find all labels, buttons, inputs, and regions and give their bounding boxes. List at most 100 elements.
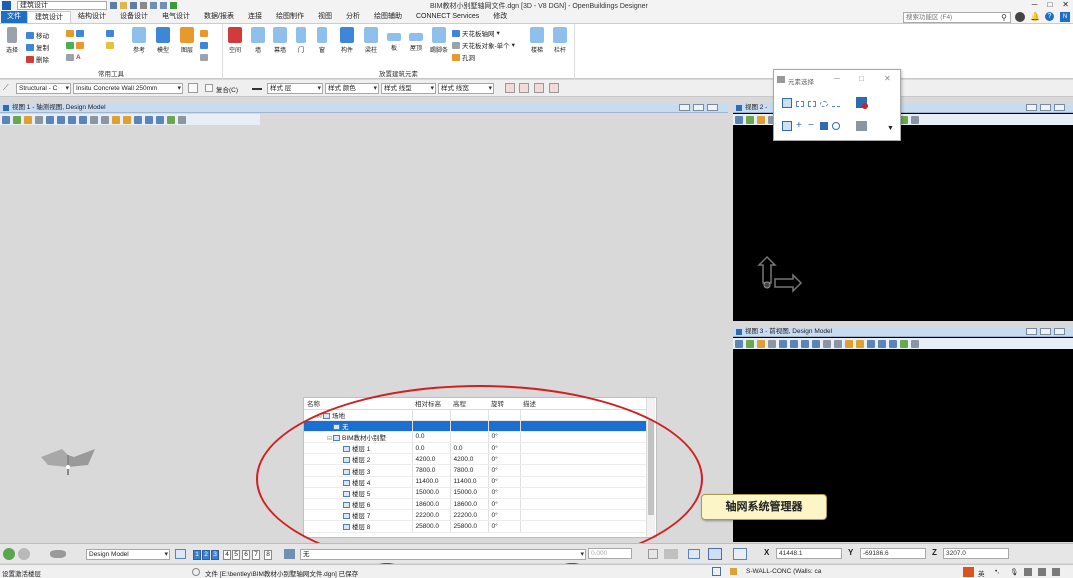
view-number-8[interactable]: 8	[264, 550, 272, 560]
element-selection-dialog[interactable]: 元素选择 ─ □ ✕ + − ▼	[773, 69, 901, 141]
x-coordinate-field[interactable]: 41448.1	[776, 548, 842, 559]
tab-building-design[interactable]: 建筑设计	[27, 11, 71, 23]
block-method-icon[interactable]	[796, 101, 804, 107]
add-mode-icon[interactable]: +	[796, 121, 802, 131]
pin-icon[interactable]	[170, 2, 177, 9]
ceiling-object-dropdown-icon[interactable]: ▾	[512, 41, 515, 49]
open-file-icon[interactable]	[120, 2, 127, 9]
view-2-close-button[interactable]	[1054, 104, 1065, 111]
tab-connect-services[interactable]: CONNECT Services	[409, 11, 486, 23]
snap-mode-icon[interactable]	[664, 549, 678, 559]
tab-electrical-design[interactable]: 电气设计	[155, 11, 197, 23]
render-icon[interactable]	[24, 115, 32, 124]
rotate-view-icon[interactable]	[90, 115, 98, 124]
active-floor-select[interactable]: 无	[300, 549, 586, 560]
tab-drawing-aids[interactable]: 绘图辅助	[367, 11, 409, 23]
subtract-mode-icon[interactable]: −	[808, 121, 814, 131]
clip-mask-icon[interactable]	[145, 115, 153, 124]
clear-selection-icon[interactable]	[862, 103, 868, 109]
dropper-icon[interactable]: ⟋	[3, 83, 13, 93]
standard-views-icon[interactable]	[889, 339, 897, 348]
forward-icon[interactable]	[18, 548, 30, 560]
help-icon[interactable]: ?	[1045, 12, 1054, 21]
render-icon[interactable]	[757, 339, 765, 348]
expand-dialog-icon[interactable]: ▼	[887, 125, 894, 132]
shape-tools-button[interactable]	[66, 42, 84, 49]
maximize-button[interactable]: □	[1047, 0, 1052, 9]
filter-icon[interactable]	[856, 121, 867, 131]
delete-button[interactable]: 删除	[26, 54, 49, 64]
tab-structural-design[interactable]: 结构设计	[71, 11, 113, 23]
level-display-icon[interactable]	[534, 83, 544, 93]
skirting-button[interactable]: 踢脚条	[427, 27, 451, 54]
ribbon-search-input[interactable]: 搜索功能区 (F4) ⚲	[903, 12, 1011, 23]
pan-view-icon[interactable]	[101, 115, 109, 124]
view-3-minimize-button[interactable]	[1026, 328, 1037, 335]
ime-language[interactable]: 英	[978, 568, 985, 578]
tab-connect[interactable]: 连接	[241, 11, 269, 23]
save-icon[interactable]	[130, 2, 137, 9]
linestyle-style-select[interactable]: 样式 线型	[381, 83, 436, 94]
view-number-4[interactable]: 4	[223, 550, 231, 560]
stair-button[interactable]: 楼梯	[526, 27, 548, 54]
railing-button[interactable]: 栏杆	[549, 27, 571, 54]
view-options-icon[interactable]	[911, 115, 919, 124]
level-button[interactable]: 图层	[176, 27, 198, 54]
active-level-status[interactable]: S-WALL-CONC (Walls: ca	[746, 568, 821, 575]
view-previous-icon[interactable]	[112, 115, 120, 124]
door-button[interactable]: 门	[290, 27, 312, 54]
update-view-icon[interactable]	[35, 115, 43, 124]
model-button[interactable]: 模型	[152, 27, 174, 54]
floor-manager-icon[interactable]	[284, 549, 295, 559]
zoom-out-icon[interactable]	[57, 115, 65, 124]
minimize-button[interactable]: ─	[1032, 0, 1038, 9]
z-coordinate-field[interactable]: 3207.0	[943, 548, 1009, 559]
move-button[interactable]: 移动	[26, 30, 49, 40]
ceiling-grid-button[interactable]: 天花板轴网 ▾	[452, 28, 500, 38]
view-number-3[interactable]: 3	[211, 550, 219, 560]
bentley-cloud-icon[interactable]: N	[1060, 12, 1070, 22]
tab-file[interactable]: 文件	[1, 11, 27, 23]
ceiling-object-button[interactable]: 天花板对象-单个 ▾	[452, 40, 515, 50]
update-view-icon[interactable]	[768, 339, 776, 348]
view-1-restore-button[interactable]	[693, 104, 704, 111]
back-icon[interactable]	[3, 548, 15, 560]
dialog-restore-button[interactable]: □	[859, 74, 864, 83]
properties-icon[interactable]	[188, 83, 198, 93]
view-previous-icon[interactable]	[845, 339, 853, 348]
lock-icon[interactable]	[712, 567, 721, 576]
render-icon[interactable]	[757, 115, 765, 124]
catalog-type-select[interactable]: Structural - C	[16, 83, 71, 94]
color-style-select[interactable]: 样式 颜色	[325, 83, 379, 94]
info-button[interactable]	[200, 42, 208, 49]
lineweight-style-select[interactable]: 样式 线宽	[438, 83, 494, 94]
tab-data-reports[interactable]: 数据/报表	[197, 11, 241, 23]
view-attributes-icon[interactable]	[2, 115, 10, 124]
level-manager-icon[interactable]	[505, 83, 515, 93]
roof-button[interactable]: 屋顶	[405, 27, 427, 52]
level-filter-icon[interactable]	[519, 83, 529, 93]
clip-volume-icon[interactable]	[134, 115, 142, 124]
notification-icon[interactable]: 🔔	[1030, 12, 1040, 21]
view-groups-icon[interactable]	[175, 549, 186, 559]
tab-modify[interactable]: 修改	[486, 11, 514, 23]
view-attributes-icon[interactable]	[735, 115, 743, 124]
grid-system-manager-button[interactable]	[708, 548, 722, 560]
view-1-minimize-button[interactable]	[679, 104, 690, 111]
line-method-icon[interactable]	[832, 101, 840, 107]
explorer-button[interactable]	[200, 54, 208, 61]
catalog-item-select[interactable]: Insitu Concrete Wall 250mm	[73, 83, 183, 94]
undo-icon[interactable]	[150, 2, 157, 9]
clip-volume-icon[interactable]	[867, 339, 875, 348]
composite-checkbox[interactable]	[205, 84, 213, 92]
view-2-minimize-button[interactable]	[1026, 104, 1037, 111]
view-next-icon[interactable]	[123, 115, 131, 124]
grid-display-icon[interactable]	[733, 548, 747, 560]
view-next-icon[interactable]	[856, 339, 864, 348]
grid-manager-icon[interactable]	[688, 549, 700, 559]
standard-views-icon[interactable]	[156, 115, 164, 124]
circle-method-icon[interactable]	[820, 101, 828, 107]
column-button[interactable]: 梁柱	[360, 27, 382, 54]
tab-view[interactable]: 视图	[311, 11, 339, 23]
tab-drawing-production[interactable]: 绘图制作	[269, 11, 311, 23]
